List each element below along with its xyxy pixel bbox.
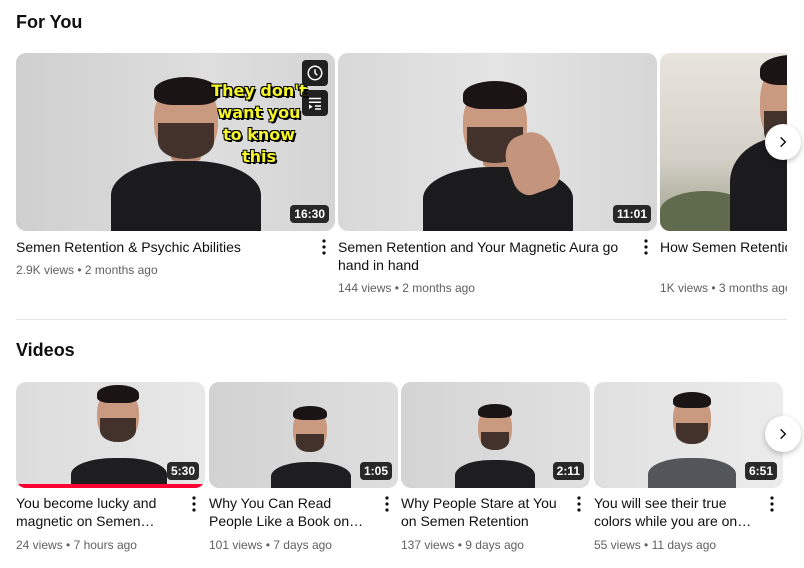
more-actions-button[interactable] (186, 493, 202, 515)
kebab-icon (192, 496, 196, 512)
video-thumbnail[interactable]: 6:51 (594, 382, 783, 488)
video-thumbnail[interactable]: 1:05 (209, 382, 398, 488)
thumbnail-overlay-text: They don't want you to know this (211, 81, 307, 166)
duration-badge: 6:51 (744, 462, 777, 480)
view-count: 24 views (16, 538, 63, 552)
more-actions-button[interactable] (379, 493, 395, 515)
section-divider (16, 319, 787, 320)
video-title[interactable]: You become lucky and magnetic on Semen R… (16, 494, 186, 530)
watch-progress-bar (16, 484, 204, 488)
videos-shelf: 5:30 You become lucky and magnetic on Se… (16, 382, 787, 562)
meta-separator: • (265, 538, 270, 552)
video-title[interactable]: Why People Stare at You on Semen Retenti… (401, 494, 571, 530)
video-title[interactable]: Why You Can Read People Like a Book on S… (209, 494, 377, 530)
view-count: 2.9K views (16, 263, 75, 277)
person-figure (648, 392, 736, 488)
duration-badge: 11:01 (612, 205, 651, 223)
person-figure (271, 406, 351, 488)
duration-badge: 5:30 (166, 462, 199, 480)
kebab-icon (385, 496, 389, 512)
video-thumbnail[interactable]: 5:30 (16, 382, 205, 488)
upload-age: 11 days ago (651, 538, 717, 552)
video-card[interactable]: They don't want you to know this 16:30 S… (16, 53, 335, 277)
section-title-videos: Videos (16, 340, 75, 360)
more-actions-button[interactable] (571, 493, 587, 515)
video-card[interactable]: 11:01 Semen Retention and Your Magnetic … (338, 53, 657, 295)
view-count: 137 views (401, 538, 455, 552)
video-title[interactable]: You will see their true colors while you… (594, 494, 762, 530)
view-count: 55 views (594, 538, 641, 552)
duration-badge: 2:11 (552, 462, 584, 480)
video-thumbnail[interactable]: 2:11 (401, 382, 590, 488)
queue-icon (309, 97, 321, 110)
video-meta: 144 views • 2 months ago (338, 281, 475, 295)
meta-separator: • (77, 263, 82, 277)
meta-separator: • (66, 538, 71, 552)
video-meta: 101 views • 7 days ago (209, 538, 332, 552)
clock-icon (307, 65, 323, 81)
video-thumbnail[interactable]: They don't want you to know this 16:30 (16, 53, 335, 231)
section-title-for-you: For You (16, 12, 83, 32)
video-title[interactable]: Semen Retention & Psychic Abilities (16, 238, 312, 256)
video-card[interactable]: 1:05 Why You Can Read People Like a Book… (209, 382, 398, 552)
video-meta: 2.9K views • 2 months ago (16, 263, 158, 277)
video-card[interactable]: 2:11 Why People Stare at You on Semen Re… (401, 382, 590, 552)
kebab-icon (770, 496, 774, 512)
view-count: 144 views (338, 281, 392, 295)
add-to-queue-button[interactable] (302, 90, 328, 116)
chevron-right-icon (780, 428, 787, 440)
video-meta: 137 views • 9 days ago (401, 538, 524, 552)
meta-separator: • (394, 281, 399, 295)
upload-age: 3 months ago (718, 281, 787, 295)
chevron-right-icon (780, 136, 787, 148)
meta-separator: • (457, 538, 462, 552)
more-actions-button[interactable] (638, 236, 654, 258)
upload-age: 2 months ago (402, 281, 475, 295)
for-you-next-button[interactable] (765, 124, 801, 160)
more-actions-button[interactable] (764, 493, 780, 515)
kebab-icon (322, 239, 326, 255)
video-card[interactable]: 6:51 You will see their true colors whil… (594, 382, 783, 552)
view-count: 101 views (209, 538, 263, 552)
video-meta: 55 views • 11 days ago (594, 538, 716, 552)
more-actions-button[interactable] (316, 236, 332, 258)
upload-age: 2 months ago (84, 263, 158, 277)
for-you-shelf: They don't want you to know this 16:30 S… (16, 53, 787, 303)
person-figure (71, 384, 167, 488)
upload-age: 9 days ago (465, 538, 524, 552)
video-title[interactable]: How Semen Retention Colours (660, 238, 787, 256)
video-card[interactable]: 5:30 You become lucky and magnetic on Se… (16, 382, 205, 552)
video-meta: 1K views • 3 months ago (660, 281, 787, 295)
video-title[interactable]: Semen Retention and Your Magnetic Aura g… (338, 238, 636, 274)
view-count: 1K views (660, 281, 709, 295)
upload-age: 7 hours ago (73, 538, 137, 552)
upload-age: 7 days ago (273, 538, 332, 552)
kebab-icon (577, 496, 581, 512)
duration-badge: 1:05 (359, 462, 392, 480)
person-figure (455, 404, 535, 488)
kebab-icon (644, 239, 648, 255)
watch-later-button[interactable] (302, 60, 328, 86)
videos-next-button[interactable] (765, 416, 801, 452)
duration-badge: 16:30 (290, 205, 329, 223)
meta-separator: • (644, 538, 649, 552)
meta-separator: • (711, 281, 716, 295)
video-thumbnail[interactable]: 11:01 (338, 53, 657, 231)
video-meta: 24 views • 7 hours ago (16, 538, 137, 552)
